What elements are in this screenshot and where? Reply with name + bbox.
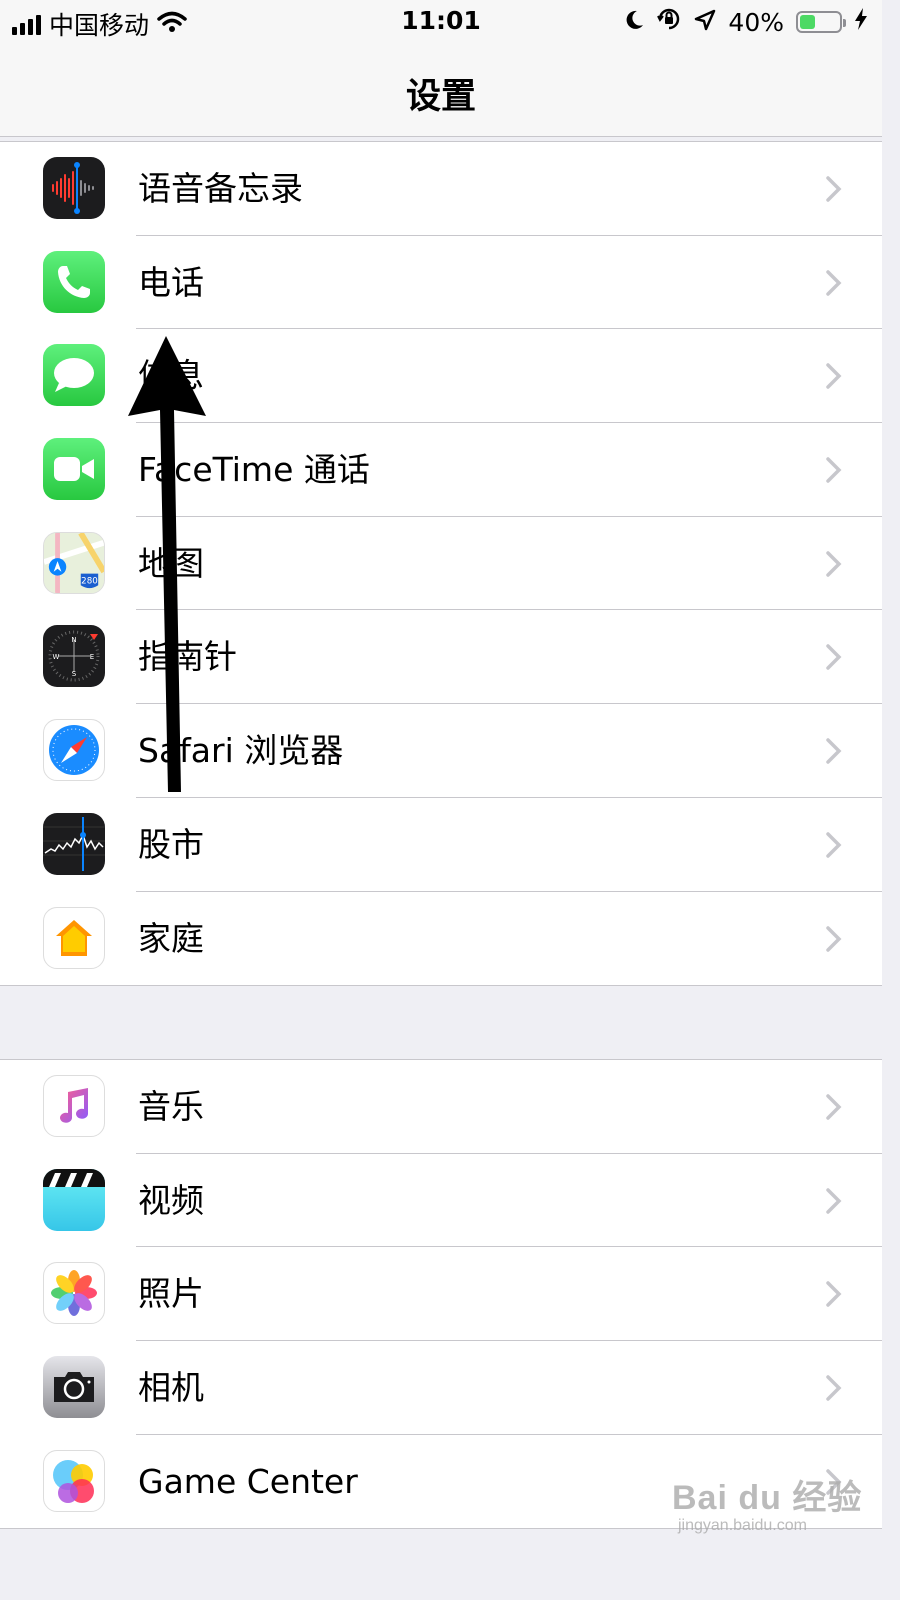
- compass-icon: N S W E: [43, 625, 105, 688]
- chevron-right-icon: [826, 1094, 842, 1120]
- chevron-right-icon: [826, 1375, 842, 1401]
- chevron-right-icon: [826, 1187, 842, 1214]
- game-center-icon: [43, 1449, 105, 1512]
- chevron-right-icon: [826, 363, 842, 390]
- settings-row-stocks[interactable]: 股市: [0, 798, 882, 892]
- settings-row-camera[interactable]: 相机: [0, 1341, 882, 1435]
- camera-icon: [43, 1356, 105, 1419]
- settings-row-label: 地图: [138, 543, 204, 583]
- settings-row-photos[interactable]: 照片: [0, 1247, 882, 1342]
- chevron-right-icon: [826, 551, 842, 577]
- chevron-right-icon: [826, 176, 842, 202]
- svg-text:S: S: [72, 670, 77, 678]
- voice-memos-icon: [43, 157, 105, 219]
- settings-row-label: 语音备忘录: [138, 169, 303, 208]
- videos-icon: [43, 1168, 105, 1231]
- settings-row-label: 相机: [138, 1368, 204, 1408]
- settings-row-safari[interactable]: Safari 浏览器: [0, 704, 882, 798]
- settings-row-facetime[interactable]: FaceTime 通话: [0, 423, 882, 517]
- status-bar: 中国移动 11:01 40%: [0, 0, 882, 44]
- settings-group-media: 音乐 视频 照片 相机 Game Center: [0, 1059, 882, 1530]
- safari-icon: [43, 719, 105, 782]
- battery-icon: [796, 11, 846, 33]
- orientation-lock-icon: [656, 6, 682, 38]
- svg-text:280: 280: [81, 576, 98, 586]
- status-right: 40%: [624, 6, 868, 38]
- chevron-right-icon: [826, 925, 842, 952]
- settings-row-label: 信息: [138, 356, 204, 396]
- svg-text:N: N: [71, 636, 76, 644]
- baidu-watermark: Bai du 经验 jingyan.baidu.com: [672, 1470, 862, 1535]
- settings-row-label: 视频: [138, 1180, 204, 1220]
- chevron-right-icon: [826, 457, 842, 483]
- chevron-right-icon: [826, 738, 842, 764]
- settings-row-phone[interactable]: 电话: [0, 236, 882, 330]
- settings-row-label: 家庭: [138, 918, 204, 958]
- settings-row-messages[interactable]: 信息: [0, 329, 882, 424]
- settings-row-maps[interactable]: 280 地图: [0, 517, 882, 611]
- phone-icon: [43, 250, 105, 313]
- settings-group-apps: 语音备忘录 电话 信息 FaceTime 通话 280 地图 N S W E 指…: [0, 141, 882, 987]
- photos-icon: [43, 1262, 105, 1325]
- home-icon: [43, 906, 105, 969]
- settings-row-videos[interactable]: 视频: [0, 1154, 882, 1248]
- location-icon: [694, 8, 716, 37]
- settings-row-label: 照片: [138, 1274, 204, 1314]
- maps-icon: 280: [43, 531, 105, 594]
- settings-row-label: 股市: [138, 824, 204, 864]
- battery-fill: [800, 15, 816, 29]
- svg-text:W: W: [53, 653, 60, 661]
- settings-row-label: FaceTime 通话: [138, 450, 370, 490]
- battery-percent: 40%: [728, 7, 784, 37]
- watermark-url: jingyan.baidu.com: [678, 1517, 807, 1534]
- watermark-brand: Bai du 经验: [672, 1479, 863, 1517]
- moon-icon: [624, 8, 644, 37]
- navigation-bar: 设置: [0, 44, 882, 137]
- settings-row-label: 电话: [138, 262, 204, 302]
- stocks-icon: [43, 812, 105, 875]
- settings-row-label: 指南针: [138, 637, 237, 677]
- chevron-right-icon: [826, 644, 842, 671]
- facetime-icon: [43, 438, 105, 501]
- settings-row-label: Game Center: [138, 1461, 358, 1501]
- chevron-right-icon: [826, 269, 842, 296]
- music-icon: [43, 1075, 105, 1137]
- settings-row-music[interactable]: 音乐: [0, 1060, 882, 1154]
- messages-icon: [43, 344, 105, 407]
- settings-row-label: 音乐: [138, 1087, 204, 1126]
- settings-row-home[interactable]: 家庭: [0, 892, 882, 986]
- page-title: 设置: [405, 77, 476, 117]
- chevron-right-icon: [826, 832, 842, 858]
- settings-row-compass[interactable]: N S W E 指南针: [0, 610, 882, 705]
- settings-row-voice-memos[interactable]: 语音备忘录: [0, 142, 882, 236]
- svg-text:E: E: [90, 653, 94, 661]
- settings-row-label: Safari 浏览器: [138, 731, 344, 771]
- chevron-right-icon: [826, 1281, 842, 1308]
- charging-icon: [854, 7, 868, 37]
